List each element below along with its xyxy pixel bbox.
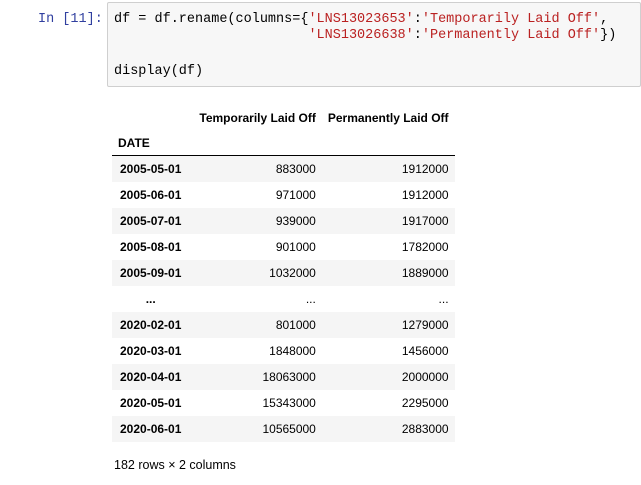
code-line-2: 'LNS13026638':'Permanently Laid Off'}) xyxy=(114,28,616,44)
table-row: 2020-04-01 18063000 2000000 xyxy=(112,364,455,390)
cell-permanently-laid-off: 1456000 xyxy=(401,344,449,358)
column-header-row: Temporarily Laid Off Permanently Laid Of… xyxy=(112,105,455,131)
cell-temporarily-laid-off: 971000 xyxy=(275,188,316,202)
code-cell-input[interactable]: df = df.rename(columns={'LNS13023653':'T… xyxy=(107,2,641,87)
table-row: 2020-06-01 10565000 2883000 xyxy=(112,416,455,442)
index-name-row: DATE xyxy=(112,131,455,156)
corner-cell xyxy=(112,105,193,131)
row-index-date: 2005-06-01 xyxy=(120,188,182,202)
empty-header-cell xyxy=(322,131,455,156)
table-row: 2005-05-01 883000 1912000 xyxy=(112,155,455,182)
row-index-date: 2005-05-01 xyxy=(120,162,182,176)
code-text: : xyxy=(413,12,422,27)
table-row: 2020-05-01 15343000 2295000 xyxy=(112,390,455,416)
cell-temporarily-laid-off: ... xyxy=(305,292,316,306)
cell-permanently-laid-off: 1917000 xyxy=(401,214,449,228)
cell-temporarily-laid-off: 901000 xyxy=(275,240,316,254)
code-text: display(df) xyxy=(114,64,204,79)
table-row: ......... xyxy=(112,286,455,312)
row-index-date: 2005-07-01 xyxy=(120,214,182,228)
table-body: 2005-05-01 883000 1912000 2005-06-01 971000 1… xyxy=(112,155,455,442)
cell-permanently-laid-off: 1279000 xyxy=(401,318,449,332)
code-text: , xyxy=(600,12,609,27)
cell-temporarily-laid-off: 939000 xyxy=(275,214,316,228)
row-index-date: ... xyxy=(145,292,156,306)
cell-permanently-laid-off: 1782000 xyxy=(401,240,449,254)
cell-temporarily-laid-off: 10565000 xyxy=(262,422,316,436)
cell-permanently-laid-off: 2000000 xyxy=(401,370,449,384)
code-text: }) xyxy=(600,28,617,43)
cell-temporarily-laid-off: 883000 xyxy=(275,162,316,176)
cell-permanently-laid-off: 1912000 xyxy=(401,188,449,202)
dataframe-table: Temporarily Laid Off Permanently Laid Of… xyxy=(112,105,455,442)
row-index-date: 2005-09-01 xyxy=(120,266,182,280)
table-row: 2005-07-01 939000 1917000 xyxy=(112,208,455,234)
code-string: 'Permanently Laid Off' xyxy=(421,28,601,43)
column-header-temporarily-laid-off: Temporarily Laid Off xyxy=(199,111,316,125)
cell-permanently-laid-off: 2883000 xyxy=(401,422,449,436)
cell-temporarily-laid-off: 18063000 xyxy=(262,370,316,384)
cell-temporarily-laid-off: 15343000 xyxy=(262,396,316,410)
row-index-date: 2020-05-01 xyxy=(120,396,182,410)
cell-permanently-laid-off: ... xyxy=(438,292,449,306)
row-index-date: 2020-02-01 xyxy=(120,318,182,332)
table-row: 2005-09-01 1032000 1889000 xyxy=(112,260,455,286)
input-prompt: In [11]: xyxy=(38,12,103,27)
cell-permanently-laid-off: 1912000 xyxy=(401,162,449,176)
table-row: 2020-03-01 1848000 1456000 xyxy=(112,338,455,364)
cell-temporarily-laid-off: 801000 xyxy=(275,318,316,332)
table-row: 2020-02-01 801000 1279000 xyxy=(112,312,455,338)
cell-permanently-laid-off: 1889000 xyxy=(401,266,449,280)
code-line-1: df = df.rename(columns={'LNS13023653':'T… xyxy=(114,12,608,28)
row-index-date: 2020-06-01 xyxy=(120,422,182,436)
row-index-date: 2020-04-01 xyxy=(120,370,182,384)
code-string: 'LNS13026638' xyxy=(308,28,414,43)
row-index-date: 2005-08-01 xyxy=(120,240,182,254)
code-line-4: display(df) xyxy=(114,64,203,80)
code-text: : xyxy=(413,28,422,43)
cell-temporarily-laid-off: 1848000 xyxy=(269,344,316,358)
code-string: 'Temporarily Laid Off' xyxy=(421,12,601,27)
row-index-date: 2020-03-01 xyxy=(120,344,182,358)
table-row: 2005-08-01 901000 1782000 xyxy=(112,234,455,260)
dataframe-shape: 182 rows × 2 columns xyxy=(114,458,236,472)
column-header-permanently-laid-off: Permanently Laid Off xyxy=(327,111,449,125)
cell-permanently-laid-off: 2295000 xyxy=(401,396,449,410)
code-text: df = df.rename(columns={ xyxy=(114,12,309,27)
index-name: DATE xyxy=(118,136,150,150)
empty-header-cell xyxy=(193,131,321,156)
cell-temporarily-laid-off: 1032000 xyxy=(269,266,316,280)
code-string: 'LNS13023653' xyxy=(308,12,414,27)
table-row: 2005-06-01 971000 1912000 xyxy=(112,182,455,208)
